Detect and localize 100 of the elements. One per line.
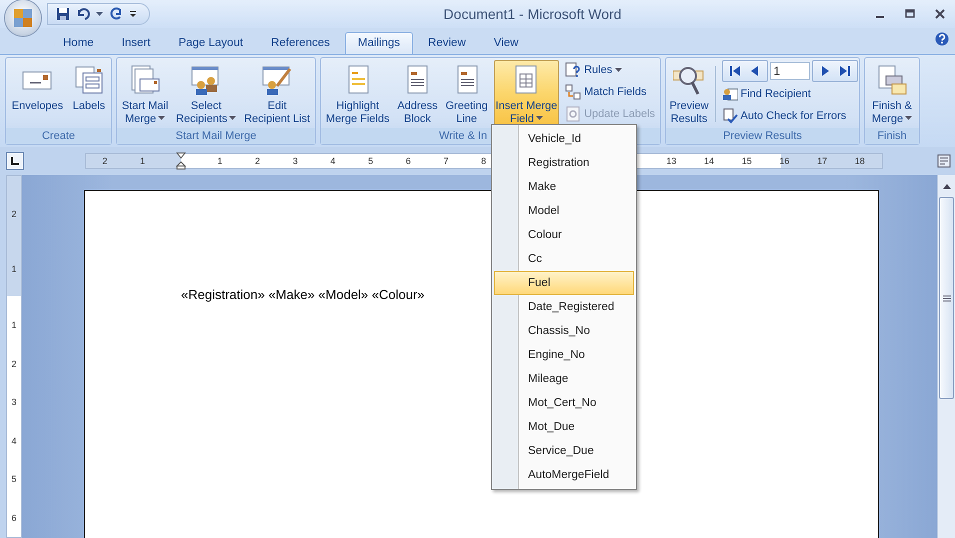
caret-icon — [158, 116, 166, 120]
caret-icon[interactable] — [96, 12, 103, 16]
ruler-number: 5 — [11, 474, 16, 484]
tab-selector[interactable] — [6, 152, 24, 170]
ruler-number: 4 — [11, 436, 16, 446]
grip-icon — [942, 294, 950, 302]
scroll-thumb[interactable] — [939, 197, 954, 399]
ribbon-small-button[interactable]: Match Fields — [565, 82, 658, 102]
menu-item[interactable]: Vehicle_Id — [494, 127, 634, 151]
indent-marker-icon[interactable] — [176, 152, 186, 170]
ribbon-button[interactable]: Select Recipients — [174, 60, 238, 128]
ruler-number: 3 — [292, 156, 299, 166]
ribbon-tab[interactable]: Page Layout — [165, 32, 256, 54]
menu-item[interactable]: Registration — [494, 151, 634, 175]
ruler-number: 16 — [778, 156, 790, 166]
ribbon-button[interactable]: Greeting Line — [444, 60, 490, 128]
ruler-number: 2 — [11, 208, 16, 218]
rules-icon — [565, 62, 582, 78]
ruler-number: 2 — [101, 156, 108, 166]
labels-icon — [72, 64, 105, 96]
ruler-number: 13 — [665, 156, 678, 166]
ruler-number: 1 — [139, 156, 146, 166]
caret-icon — [536, 116, 543, 120]
close-icon[interactable] — [935, 9, 945, 19]
ribbon-tab[interactable]: Home — [50, 32, 107, 54]
ribbon-button[interactable]: Labels — [70, 60, 108, 128]
ribbon-button[interactable]: Envelopes — [10, 60, 66, 128]
printer-envelope-icon — [876, 64, 908, 96]
menu-item[interactable]: Mot_Due — [494, 415, 634, 439]
menu-item[interactable]: Engine_No — [494, 343, 634, 367]
ruler-number: 18 — [854, 156, 866, 166]
ribbon-tab[interactable]: Mailings — [344, 32, 414, 54]
group-label: Finish — [877, 130, 907, 142]
menu-item[interactable]: Model — [494, 199, 634, 223]
ruler-number: 7 — [442, 156, 450, 166]
redo-icon[interactable] — [109, 7, 123, 21]
magnifier-icon — [673, 64, 706, 96]
people-icon — [722, 86, 738, 102]
menu-item[interactable]: Colour — [494, 223, 634, 247]
ribbon-tab[interactable]: Insert — [108, 32, 164, 54]
documents-icon — [129, 64, 162, 96]
edit-list-icon — [261, 64, 294, 96]
ruler-number: 8 — [480, 156, 488, 166]
caret-icon — [905, 116, 912, 120]
help-icon[interactable] — [935, 32, 949, 46]
vertical-scrollbar[interactable] — [937, 175, 955, 538]
ruler-number: 17 — [816, 156, 828, 166]
left-tab-icon — [11, 157, 19, 165]
menu-item[interactable]: Fuel — [494, 271, 634, 295]
menu-item[interactable]: AutoMergeField — [494, 463, 634, 487]
group-label: Create — [42, 130, 76, 142]
ruler-number: 2 — [11, 358, 16, 369]
group-label: Start Mail Merge — [176, 130, 256, 142]
refresh-document-icon — [565, 106, 582, 122]
ruler-number: 3 — [11, 397, 16, 408]
menu-item[interactable]: Mileage — [494, 367, 634, 391]
window-title: Document1 - Microsoft Word — [442, 6, 622, 22]
group-label: Preview Results — [723, 130, 802, 142]
ribbon-button[interactable]: Address Block — [395, 60, 440, 128]
ruler-number: 14 — [703, 156, 716, 166]
menu-item[interactable]: Cc — [494, 247, 634, 271]
match-fields-icon — [565, 84, 582, 100]
save-icon[interactable] — [56, 7, 70, 21]
ruler-number: 4 — [329, 156, 336, 166]
record-number-field[interactable]: 1 — [770, 62, 810, 80]
menu-item[interactable]: Service_Due — [494, 439, 634, 463]
ruler-number: 1 — [11, 264, 16, 274]
office-button[interactable] — [5, 0, 41, 36]
ribbon-button[interactable]: Finish & Merge — [870, 60, 914, 128]
ruler-number: 5 — [367, 156, 374, 166]
ruler-number: 2 — [254, 156, 262, 166]
ribbon-tab[interactable]: References — [258, 32, 343, 54]
ruler-number: 6 — [11, 512, 16, 523]
ribbon-small-button[interactable]: Auto Check for Errors — [722, 106, 858, 126]
menu-item[interactable]: Make — [494, 175, 634, 199]
undo-icon[interactable] — [76, 7, 90, 21]
group-label: Write & In — [439, 130, 488, 142]
maximize-icon[interactable] — [905, 9, 915, 19]
ruler-number: 1 — [11, 320, 16, 330]
office-logo-icon — [13, 8, 33, 28]
menu-item[interactable]: Chassis_No — [494, 319, 634, 343]
menu-item[interactable]: Date_Registered — [494, 295, 634, 319]
customize-toolbar-icon[interactable] — [129, 10, 137, 18]
ruler-number: 1 — [216, 156, 224, 166]
ribbon-button[interactable]: Preview Results — [667, 60, 711, 128]
ruler-number: 6 — [404, 156, 412, 166]
scroll-up-icon[interactable] — [942, 183, 950, 189]
check-document-icon — [722, 108, 738, 124]
menu-item[interactable]: Mot_Cert_No — [494, 391, 634, 415]
merge-fields-text: «Registration» «Make» «Model» «Colour» — [181, 287, 426, 302]
caret-icon — [229, 116, 236, 120]
ribbon-tab[interactable]: Review — [415, 32, 479, 54]
ruler-number: 15 — [740, 156, 753, 166]
ribbon-button[interactable]: Highlight Merge Fields — [324, 60, 392, 128]
view-ruler-icon[interactable] — [937, 154, 951, 168]
ribbon-small-button[interactable]: Rules — [565, 60, 658, 80]
ribbon-tab[interactable]: View — [480, 32, 532, 54]
ribbon-button[interactable]: Start Mail Merge — [120, 60, 170, 128]
ribbon-small-button[interactable]: Find Recipient — [722, 84, 858, 104]
ribbon-button[interactable]: Edit Recipient List — [242, 60, 312, 128]
